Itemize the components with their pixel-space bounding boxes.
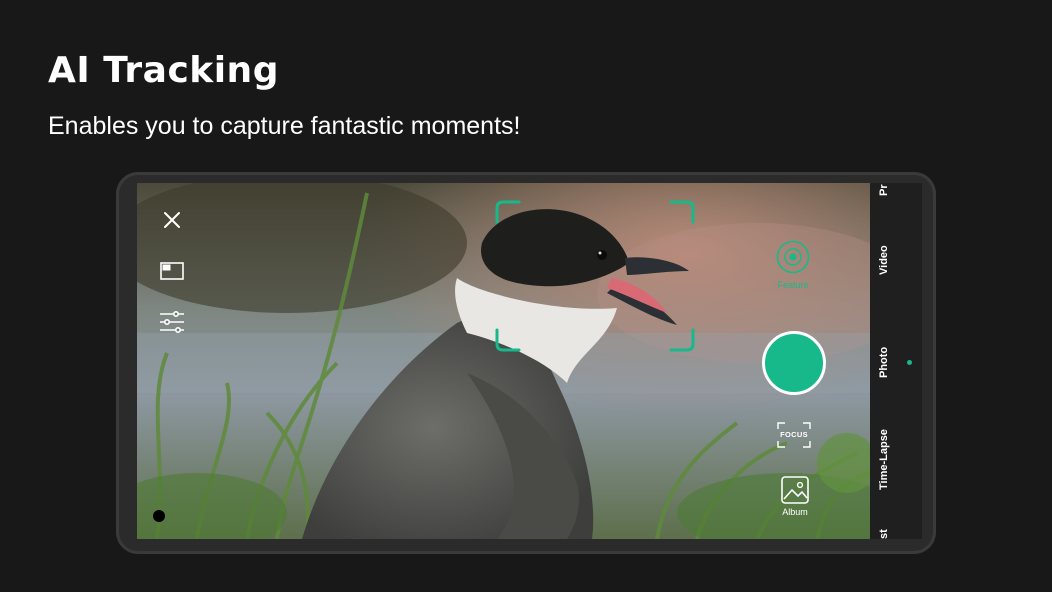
mode-item-next[interactable]: st [878,529,890,539]
mode-item-video[interactable]: Video [878,245,890,275]
mode-selector[interactable]: Pr Video Photo Time-Lapse st [870,183,922,539]
promo-subtitle: Enables you to capture fantastic moments… [48,112,521,140]
feature-label: Feature [777,280,809,290]
close-icon[interactable] [160,208,184,232]
mode-item-time-lapse[interactable]: Time-Lapse [878,429,890,490]
focus-button[interactable]: FOCUS [777,422,811,448]
focus-label: FOCUS [780,430,808,439]
shutter-button[interactable] [762,331,826,395]
active-mode-indicator [907,360,912,365]
settings-sliders-icon[interactable] [159,311,185,333]
ai-tracking-frame [495,200,695,352]
album-label: Album [782,507,808,517]
status-dot [153,510,165,522]
album-button[interactable]: Album [775,476,815,517]
feature-button[interactable]: Feature [770,240,816,290]
picture-in-picture-icon[interactable] [160,262,184,280]
gallery-icon [781,476,809,504]
feature-icon [776,240,810,274]
mode-item-pro[interactable]: Pr [878,184,890,196]
promo-title: AI Tracking [48,50,279,91]
mode-item-photo[interactable]: Photo [878,347,890,378]
